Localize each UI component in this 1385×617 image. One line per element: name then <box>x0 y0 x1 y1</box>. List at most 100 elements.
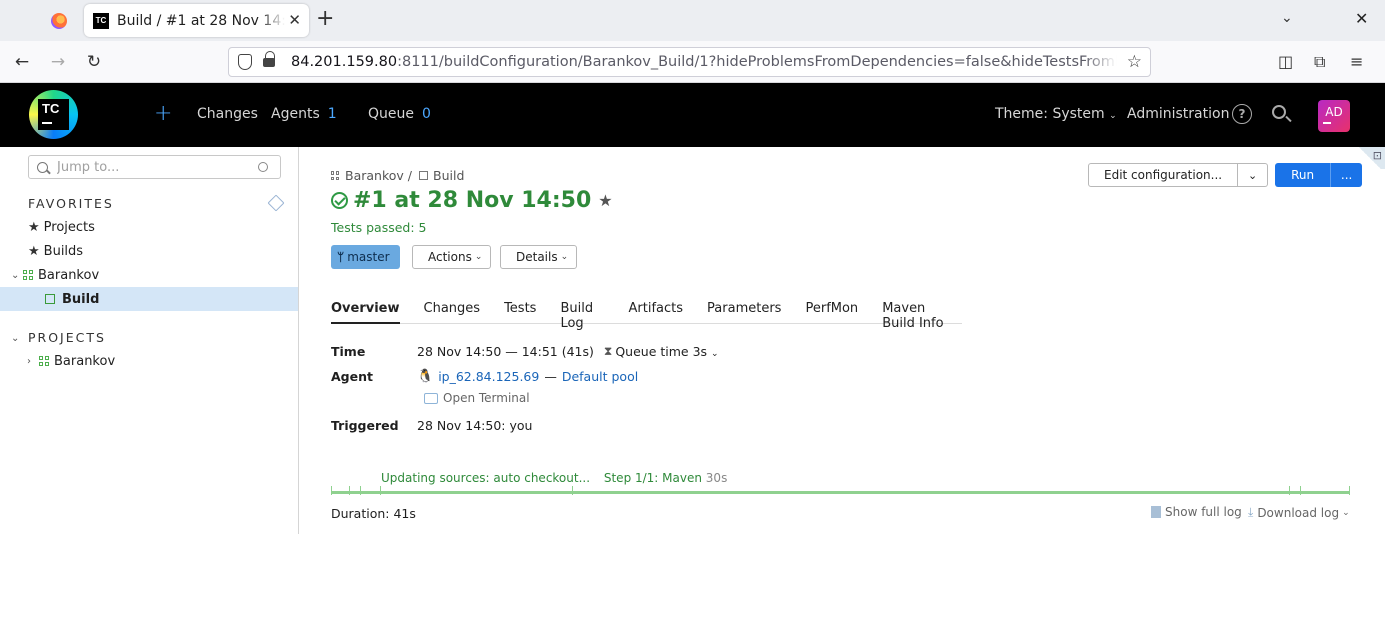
page-title: #1 at 28 Nov 14:50 ★ <box>331 188 613 213</box>
log-icon <box>1151 506 1161 518</box>
extensions-icon[interactable]: ⧉ <box>1314 52 1325 72</box>
agent-separator: — <box>544 369 557 384</box>
jump-to-input[interactable] <box>57 159 257 175</box>
projects-title: PROJECTS <box>28 330 106 345</box>
search-icon[interactable] <box>1272 105 1286 119</box>
timeline-step-maven[interactable]: Step 1/1: Maven <box>604 471 702 485</box>
breadcrumb-separator: / <box>407 168 413 183</box>
agent-link[interactable]: ip_62.84.125.69 <box>438 369 539 384</box>
breadcrumb-build[interactable]: Build <box>433 168 464 183</box>
show-full-log-link[interactable]: Show full log <box>1151 505 1242 519</box>
agent-label: Agent <box>331 369 373 384</box>
tab-title: Build / #1 at 28 Nov 14:50 <box>117 12 285 29</box>
nav-changes[interactable]: Changes <box>197 106 258 122</box>
search-icon <box>37 161 48 173</box>
build-timeline[interactable] <box>331 486 1350 495</box>
build-tabs: Overview Changes Tests Build Log Artifac… <box>331 298 962 331</box>
tab-build-log[interactable]: Build Log <box>560 298 604 331</box>
build-config-icon <box>419 171 429 180</box>
chevron-down-icon[interactable]: ⌄ <box>11 270 23 281</box>
sidebar-item-barankov[interactable]: ⌄ Barankov <box>0 263 298 287</box>
tab-close-icon[interactable]: ✕ <box>288 11 301 29</box>
add-project-icon[interactable]: + <box>154 101 172 126</box>
sidebar-item-favorite-projects[interactable]: ★ Projects <box>0 215 298 239</box>
new-tab-icon[interactable]: + <box>316 8 334 30</box>
details-button[interactable]: Details ⌄ <box>500 245 578 269</box>
build-title: #1 at 28 Nov 14:50 <box>353 188 592 213</box>
window-close-icon[interactable]: ✕ <box>1355 9 1368 28</box>
teamcity-logo[interactable]: TC <box>29 90 78 139</box>
pocket-icon[interactable]: ◫ <box>1278 52 1293 71</box>
edit-dropdown-chevron-icon[interactable]: ⌄ <box>1238 163 1269 187</box>
url-bar[interactable]: 84.201.159.80:8111/buildConfiguration/Ba… <box>228 47 1151 77</box>
open-terminal-link[interactable]: Open Terminal <box>424 391 530 405</box>
chevron-down-icon: ⌄ <box>560 252 569 262</box>
timeline-tick <box>1300 486 1301 495</box>
hourglass-icon: ⧗ <box>603 344 613 358</box>
browser-tab-bar: TC Build / #1 at 28 Nov 14:50 ✕ + ⌄ ✕ <box>0 0 1385 41</box>
triggered-label: Triggered <box>331 418 399 433</box>
tab-overview[interactable]: Overview <box>331 298 400 324</box>
tests-passed-link[interactable]: Tests passed: 5 <box>331 220 426 235</box>
branch-badge[interactable]: ᛘ master <box>331 245 400 269</box>
jump-to-search[interactable] <box>28 155 281 179</box>
sidebar-item-projects-barankov[interactable]: › Barankov <box>0 349 298 373</box>
timeline-tick <box>1349 486 1350 495</box>
download-log-link[interactable]: ⤓ Download log ⌄ <box>1248 505 1350 520</box>
tab-tests[interactable]: Tests <box>504 298 536 324</box>
build-config-icon <box>45 294 55 304</box>
menu-icon[interactable]: ≡ <box>1350 52 1363 71</box>
chevron-right-icon[interactable]: › <box>27 356 39 367</box>
help-icon[interactable]: ? <box>1232 104 1252 124</box>
timeline-step-maven-time: 30s <box>705 471 728 485</box>
breadcrumb-project[interactable]: Barankov <box>345 168 404 183</box>
forward-icon[interactable]: → <box>46 50 70 74</box>
avatar[interactable]: AD <box>1318 100 1350 132</box>
timeline-step-checkout[interactable]: Updating sources: auto checkout... <box>381 471 590 485</box>
top-actions: Edit configuration... ⌄ Run ... <box>1088 163 1363 187</box>
main-content: ⊡ Barankov / Build Edit configuration...… <box>299 147 1385 534</box>
chevron-down-icon[interactable]: ⌄ <box>11 333 19 344</box>
tab-changes[interactable]: Changes <box>424 298 481 324</box>
back-icon[interactable]: ← <box>10 50 34 74</box>
favorites-title: FAVORITES <box>28 196 114 211</box>
project-icon <box>39 356 49 366</box>
download-icon: ⤓ <box>1248 505 1254 519</box>
insecure-lock-icon[interactable] <box>263 51 277 68</box>
actions-button[interactable]: Actions ⌄ <box>412 245 492 269</box>
nav-queue[interactable]: Queue 0 <box>368 106 431 122</box>
run-options-button[interactable]: ... <box>1330 163 1363 187</box>
tab-parameters[interactable]: Parameters <box>707 298 781 324</box>
run-button[interactable]: Run <box>1275 163 1331 187</box>
firefox-icon[interactable] <box>40 6 78 36</box>
reload-icon[interactable]: ↻ <box>82 50 106 74</box>
sidebar-item-build[interactable]: Build <box>0 287 298 311</box>
teamcity-header: TC Projects + Changes Agents1 Queue0 The… <box>0 83 1385 246</box>
star-icon: ★ <box>28 243 40 259</box>
nav-administration[interactable]: Administration <box>1127 106 1229 122</box>
tab-artifacts[interactable]: Artifacts <box>629 298 684 324</box>
theme-selector[interactable]: Theme: System ⌄ <box>995 106 1117 122</box>
shield-icon[interactable] <box>238 54 252 70</box>
star-icon[interactable]: ★ <box>598 191 612 210</box>
tab-maven-build-info[interactable]: Maven Build Info <box>882 298 962 331</box>
list-tabs-chevron-icon[interactable]: ⌄ <box>1281 10 1293 26</box>
nav-agents[interactable]: Agents 1 <box>271 106 337 122</box>
pool-link[interactable]: Default pool <box>562 369 638 384</box>
edit-favorites-icon[interactable] <box>267 194 285 212</box>
sidebar: FAVORITES ★Projects ★Builds ⌄ Barankov B… <box>0 147 299 534</box>
tab-perfmon[interactable]: PerfMon <box>805 298 858 324</box>
terminal-icon <box>424 392 438 404</box>
browser-nav-bar: ← → ↻ 84.201.159.80:8111/buildConfigurat… <box>0 41 1385 83</box>
triggered-value: 28 Nov 14:50: you <box>417 418 533 433</box>
duration-text: Duration: 41s <box>331 506 416 521</box>
browser-tab[interactable]: TC Build / #1 at 28 Nov 14:50 ✕ <box>84 4 309 37</box>
project-icon <box>23 270 33 280</box>
linux-icon: 🐧 <box>417 369 434 384</box>
edit-configuration-button[interactable]: Edit configuration... <box>1088 163 1239 187</box>
bookmark-star-icon[interactable]: ☆ <box>1127 52 1142 72</box>
sidebar-item-favorite-builds[interactable]: ★ Builds <box>0 239 298 263</box>
queue-time-toggle[interactable]: Queue time 3s ⌄ <box>615 344 718 359</box>
search-options-icon[interactable] <box>258 162 268 172</box>
url-text[interactable]: 84.201.159.80:8111/buildConfiguration/Ba… <box>291 54 1117 70</box>
